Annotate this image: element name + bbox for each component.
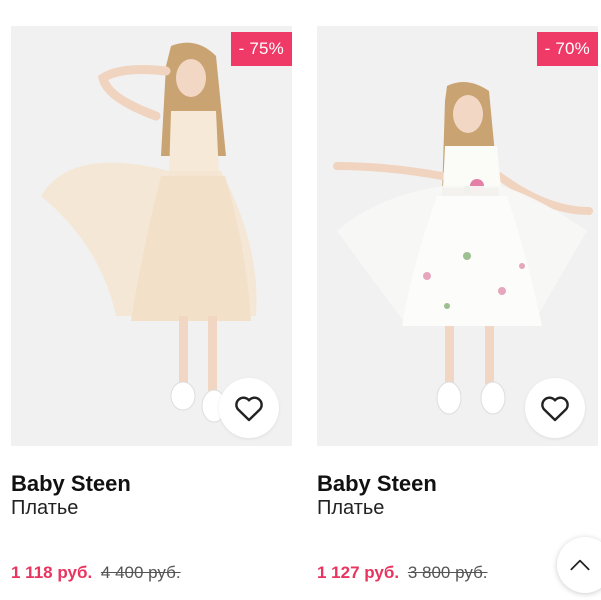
product-price: 1 118 руб. 4 400 руб. (11, 563, 181, 583)
product-brand[interactable]: Baby Steen (317, 471, 437, 497)
price-original: 3 800 руб. (407, 563, 488, 582)
price-current: 1 118 руб. (11, 563, 93, 582)
add-to-favorites-button[interactable] (525, 378, 585, 438)
heart-outline-icon (235, 396, 263, 422)
heart-outline-icon (541, 396, 569, 422)
price-original: 4 400 руб. (100, 563, 181, 582)
product-type: Платье (11, 497, 79, 519)
price-current: 1 127 руб. (317, 563, 400, 582)
product-price: 1 127 руб. 3 800 руб. (317, 563, 488, 583)
add-to-favorites-button[interactable] (219, 378, 279, 438)
product-card[interactable]: - 70% Baby Steen Платье 1 127 руб. 3 800… (317, 0, 598, 600)
product-type: Платье (317, 497, 385, 519)
product-card[interactable]: - 75% Baby Steen Платье 1 118 руб. 4 400… (11, 0, 292, 600)
discount-badge: - 75% (230, 32, 292, 66)
chevron-up-icon (570, 559, 590, 571)
product-brand[interactable]: Baby Steen (11, 471, 131, 497)
discount-badge: - 70% (536, 32, 598, 66)
